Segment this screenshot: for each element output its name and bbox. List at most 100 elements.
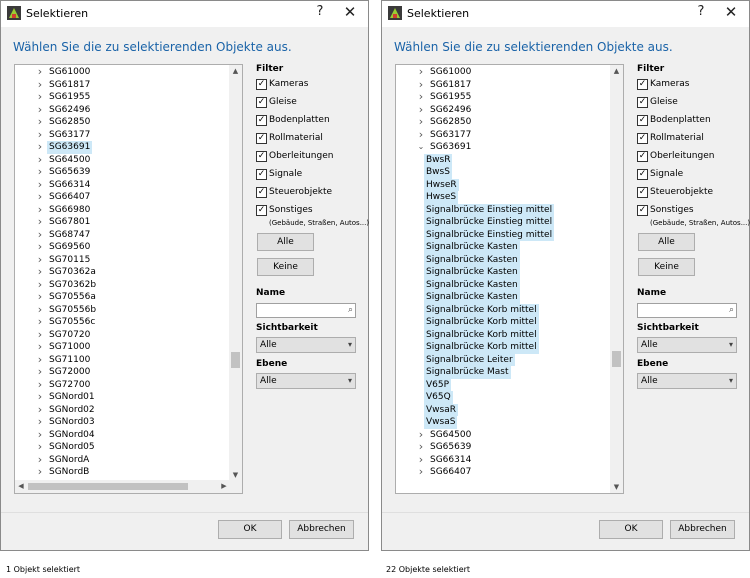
select-all-button[interactable]: Alle <box>638 233 695 251</box>
chevron-right-icon[interactable]: › <box>35 465 45 479</box>
tree-item-label: SG62850 <box>49 117 91 127</box>
checkbox[interactable]: ✓ <box>256 187 267 198</box>
vertical-scrollbar[interactable]: ▲ ▼ <box>229 65 242 481</box>
tree-item-label: SG63177 <box>430 129 472 140</box>
checkbox[interactable]: ✓ <box>637 187 648 198</box>
tree-item-label: SGNord03 <box>49 417 95 427</box>
chevron-right-icon[interactable]: › <box>35 340 45 354</box>
chevron-right-icon[interactable]: › <box>35 115 45 129</box>
tree-item-label: Signalbrücke Kasten <box>424 241 520 254</box>
checkbox[interactable]: ✓ <box>256 151 267 162</box>
chevron-right-icon[interactable]: › <box>35 290 45 304</box>
tree-item-label: SG61817 <box>49 79 91 90</box>
visibility-select[interactable]: Alle ▾ <box>256 337 356 353</box>
chevron-down-icon: ▾ <box>347 376 352 385</box>
checkbox[interactable]: ✓ <box>256 205 267 216</box>
scroll-thumb[interactable] <box>231 352 240 368</box>
chevron-right-icon[interactable]: › <box>35 365 45 379</box>
object-tree[interactable]: › SG61000 › SG61817 › SG61955 › SG62496 › SG62850… <box>14 64 243 494</box>
tree-item-label: SG62496 <box>430 104 472 115</box>
object-tree[interactable]: › SG61000 › SG61817 › SG61955 › SG62496 › SG62850… <box>395 64 624 494</box>
checkbox[interactable]: ✓ <box>256 79 267 90</box>
close-icon[interactable]: ✕ <box>342 3 358 21</box>
visibility-select[interactable]: Alle ▾ <box>637 337 737 353</box>
name-search-input[interactable]: ⌕ <box>256 303 356 318</box>
tree-item-label: VwsaS <box>424 416 458 429</box>
layer-select[interactable]: Alle ▾ <box>637 373 737 389</box>
tree-item-label: SG62496 <box>49 104 91 115</box>
chevron-right-icon[interactable]: › <box>35 65 45 79</box>
visibility-heading: Sichtbarkeit <box>637 323 699 333</box>
chevron-right-icon[interactable]: › <box>35 240 45 254</box>
checkbox-label: Bodenplatten <box>650 115 711 125</box>
ok-button[interactable]: OK <box>599 520 663 539</box>
chevron-right-icon[interactable]: › <box>35 140 45 154</box>
divider <box>369 0 381 578</box>
tree-item-label: SG61000 <box>49 67 91 77</box>
chevron-right-icon[interactable]: › <box>416 115 426 129</box>
scroll-left-icon[interactable]: ◀ <box>15 480 27 493</box>
chevron-right-icon[interactable]: › <box>416 440 426 454</box>
layer-select[interactable]: Alle ▾ <box>256 373 356 389</box>
tree-item-label: BwsS <box>424 166 452 179</box>
tree-item-label: SG61000 <box>430 67 472 77</box>
scroll-up-icon[interactable]: ▲ <box>610 65 623 77</box>
vertical-scrollbar[interactable]: ▲ ▼ <box>610 65 623 493</box>
chevron-right-icon[interactable]: › <box>35 215 45 229</box>
checkbox[interactable]: ✓ <box>256 115 267 126</box>
chevron-down-icon[interactable]: ⌄ <box>416 141 426 154</box>
tree-item-label: SGNord04 <box>49 429 95 440</box>
search-icon[interactable]: ⌕ <box>729 305 734 315</box>
chevron-right-icon[interactable]: › <box>35 190 45 204</box>
cancel-button[interactable]: Abbrechen <box>289 520 354 539</box>
chevron-right-icon[interactable]: › <box>35 415 45 429</box>
select-none-button[interactable]: Keine <box>638 258 695 276</box>
checkbox[interactable]: ✓ <box>256 169 267 180</box>
checkbox[interactable]: ✓ <box>637 115 648 126</box>
help-icon[interactable]: ? <box>694 4 708 19</box>
select-all-button[interactable]: Alle <box>257 233 314 251</box>
search-icon[interactable]: ⌕ <box>348 305 353 315</box>
tree-item-label: SG70556b <box>49 304 97 315</box>
tree-item-label: V65P <box>424 378 452 391</box>
select-none-button[interactable]: Keine <box>257 258 314 276</box>
ok-button[interactable]: OK <box>218 520 282 539</box>
chevron-right-icon[interactable]: › <box>416 465 426 479</box>
horizontal-scrollbar[interactable]: ◀ ▶ <box>15 480 230 493</box>
tree-item-label: Signalbrücke Korb mittel <box>424 341 539 354</box>
chevron-right-icon[interactable]: › <box>35 440 45 454</box>
cancel-button[interactable]: Abbrechen <box>670 520 735 539</box>
chevron-right-icon[interactable]: › <box>35 315 45 329</box>
chevron-right-icon[interactable]: › <box>35 90 45 104</box>
chevron-right-icon[interactable]: › <box>35 390 45 404</box>
chevron-right-icon[interactable]: › <box>416 128 426 142</box>
scroll-down-icon[interactable]: ▼ <box>610 481 623 493</box>
checkbox[interactable]: ✓ <box>637 169 648 180</box>
chevron-right-icon[interactable]: › <box>416 65 426 79</box>
checkbox[interactable]: ✓ <box>637 151 648 162</box>
tree-item-label: SG63691 <box>47 141 93 154</box>
tree-item-label: SG66407 <box>49 192 91 202</box>
tree-item-label: Signalbrücke Einstieg mittel <box>424 216 555 229</box>
checkbox[interactable]: ✓ <box>637 133 648 144</box>
scroll-up-icon[interactable]: ▲ <box>229 65 242 77</box>
chevron-right-icon[interactable]: › <box>416 90 426 104</box>
tree-item-label: VwsaR <box>424 403 458 416</box>
tree-item-label: SG66314 <box>430 454 472 465</box>
scroll-thumb[interactable] <box>612 351 621 367</box>
checkbox[interactable]: ✓ <box>637 79 648 90</box>
chevron-right-icon[interactable]: › <box>35 165 45 179</box>
selection-status: 1 Objekt selektiert <box>6 565 81 574</box>
checkbox-label: Steuerobjekte <box>269 187 333 197</box>
help-icon[interactable]: ? <box>313 4 327 19</box>
hscroll-thumb[interactable] <box>28 483 188 490</box>
checkbox[interactable]: ✓ <box>256 97 267 108</box>
checkbox[interactable]: ✓ <box>256 133 267 144</box>
tree-item-label: Signalbrücke Einstieg mittel <box>424 228 555 241</box>
close-icon[interactable]: ✕ <box>723 3 739 21</box>
checkbox[interactable]: ✓ <box>637 97 648 108</box>
name-search-input[interactable]: ⌕ <box>637 303 737 318</box>
chevron-down-icon: ▾ <box>728 376 733 385</box>
chevron-right-icon[interactable]: › <box>35 265 45 279</box>
checkbox[interactable]: ✓ <box>637 205 648 216</box>
